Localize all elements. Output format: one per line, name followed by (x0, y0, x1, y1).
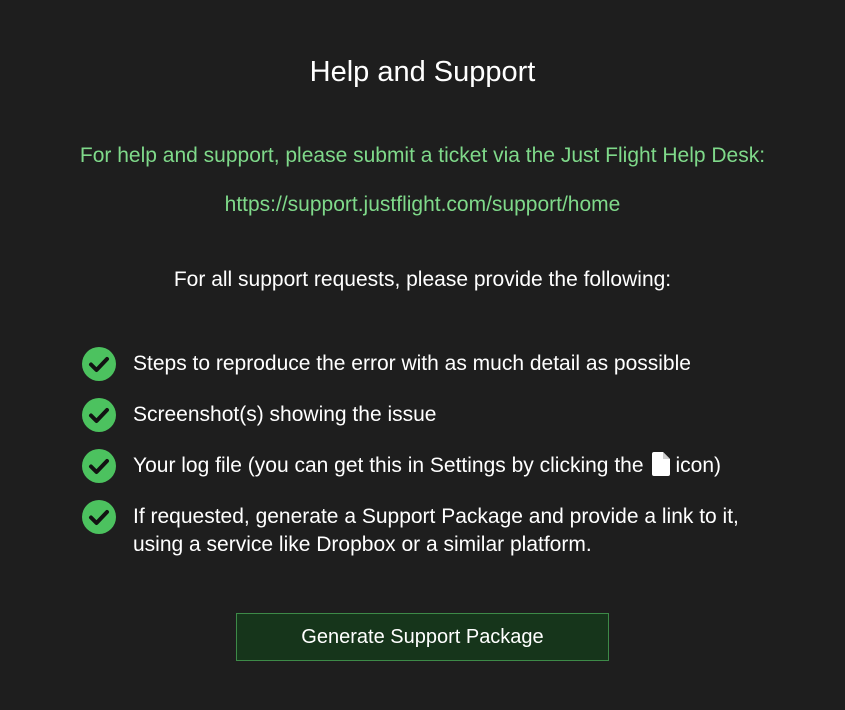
requirement-text: Your log file (you can get this in Setti… (133, 452, 743, 480)
file-icon (651, 452, 670, 476)
help-support-page: Help and Support For help and support, p… (0, 0, 845, 710)
list-item: Screenshot(s) showing the issue (82, 398, 782, 432)
list-item: If requested, generate a Support Package… (82, 500, 782, 559)
requirement-text-after-icon: icon) (675, 454, 722, 477)
page-title: Help and Support (309, 56, 536, 88)
requirement-text: Screenshot(s) showing the issue (133, 403, 437, 426)
list-item: Your log file (you can get this in Setti… (82, 449, 782, 483)
check-circle-icon (82, 347, 116, 381)
support-url-link[interactable]: https://support.justflight.com/support/h… (0, 192, 845, 218)
list-item: Steps to reproduce the error with as muc… (82, 347, 782, 381)
generate-support-package-button[interactable]: Generate Support Package (236, 613, 609, 661)
requirement-text: Steps to reproduce the error with as muc… (133, 352, 691, 375)
requirement-text: If requested, generate a Support Package… (133, 505, 739, 556)
check-circle-icon (82, 398, 116, 432)
help-desk-intro-text: For help and support, please submit a ti… (79, 144, 766, 167)
check-circle-icon (82, 500, 116, 534)
requests-heading: For all support requests, please provide… (173, 268, 672, 291)
requirement-text-before-icon: Your log file (you can get this in Setti… (133, 454, 644, 477)
check-circle-icon (82, 449, 116, 483)
requirements-list: Steps to reproduce the error with as muc… (82, 347, 782, 576)
